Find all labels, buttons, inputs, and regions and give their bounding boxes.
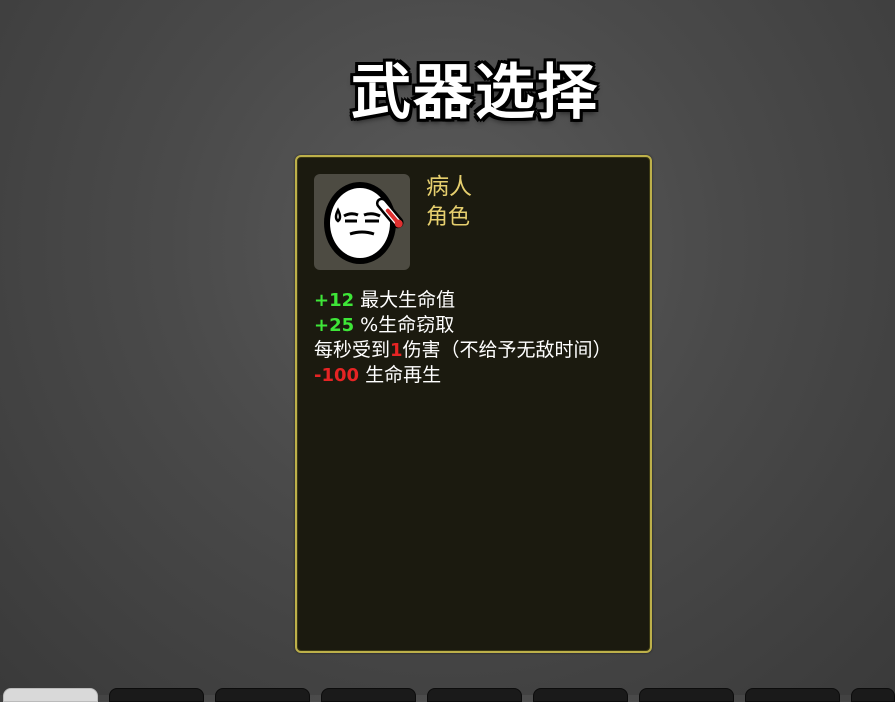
sick-egg-portrait-icon bbox=[314, 174, 410, 270]
stat-value: +12 bbox=[314, 290, 355, 311]
stat-value: 1 bbox=[390, 340, 403, 361]
bottom-tab-1[interactable] bbox=[3, 688, 98, 702]
bottom-tab-bar bbox=[0, 688, 895, 702]
bottom-tab-3[interactable] bbox=[215, 688, 310, 702]
bottom-tab-7[interactable] bbox=[639, 688, 734, 702]
character-name: 病人 bbox=[426, 174, 472, 200]
stat-value: -100 bbox=[314, 365, 360, 386]
stat-label: 生命再生 bbox=[359, 364, 442, 386]
stat-damage-per-second: 每秒受到1伤害（不给予无敌时间） bbox=[314, 338, 644, 363]
bottom-tab-4[interactable] bbox=[321, 688, 416, 702]
stat-value: +25 bbox=[314, 315, 355, 336]
stat-prefix: 每秒受到 bbox=[314, 339, 391, 361]
bottom-tab-6[interactable] bbox=[533, 688, 628, 702]
character-type: 角色 bbox=[426, 205, 471, 230]
bottom-tab-8[interactable] bbox=[745, 688, 840, 702]
stat-hp-regen: -100 生命再生 bbox=[314, 363, 644, 388]
bottom-tab-9[interactable] bbox=[851, 688, 895, 702]
bottom-tab-5[interactable] bbox=[427, 688, 522, 702]
bottom-tab-2[interactable] bbox=[109, 688, 204, 702]
stat-suffix: 伤害（不给予无敌时间） bbox=[402, 339, 612, 361]
stat-max-hp: +12 最大生命值 bbox=[314, 288, 644, 313]
character-card: 病人 角色 +12 最大生命值 +25 %生命窃取 每秒受到1伤害（不给予无敌时… bbox=[295, 155, 652, 653]
screen-title: 武器选择 bbox=[351, 58, 599, 128]
stat-label: 最大生命值 bbox=[354, 289, 456, 311]
stat-life-steal: +25 %生命窃取 bbox=[314, 313, 644, 338]
character-stats: +12 最大生命值 +25 %生命窃取 每秒受到1伤害（不给予无敌时间） -10… bbox=[314, 288, 644, 388]
stat-label: %生命窃取 bbox=[354, 314, 455, 336]
